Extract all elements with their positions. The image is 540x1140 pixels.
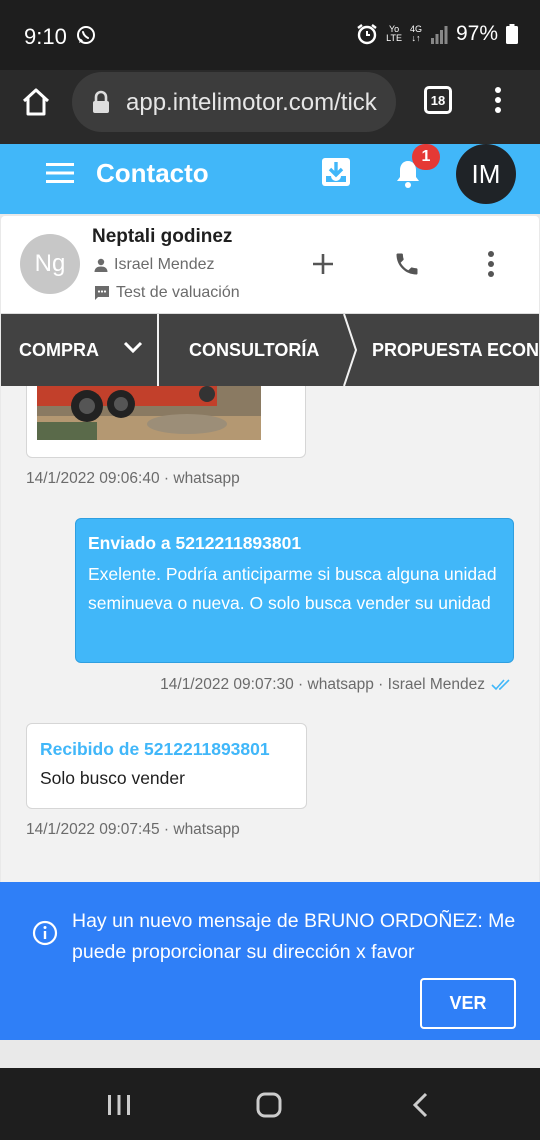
new-message-snackbar: Hay un nuevo mensaje de BRUNO ORDOÑEZ: M… [0,882,540,1040]
status-icons: Yo LTE 4G ↓↑ 97% [356,22,518,46]
pipeline-stages: COMPRA CONSULTORÍA PROPUESTA ECONÓMICA [1,314,539,386]
status-bar: 9:10 Yo LTE 4G ↓↑ 97% [0,0,540,70]
outgoing-message: Enviado a 5212211893801 Exelente. Podría… [75,518,514,663]
alarm-icon [357,24,377,45]
incoming-message: Recibido de 5212211893801 Solo busco ven… [26,723,307,809]
message-heading: Recibido de 5212211893801 [40,739,270,759]
message-meta: 14/1/2022 09:06:40 · whatsapp [26,470,240,487]
url-text: app.intelimotor.com/tick [126,89,377,116]
page-title: Contacto [96,158,209,188]
more-options-icon[interactable] [487,250,495,278]
stage-consultoria[interactable]: CONSULTORÍA [189,314,319,386]
vehicle-photo[interactable] [37,386,261,440]
message-icon [95,286,109,300]
battery-icon [506,24,518,44]
message-meta: 14/1/2022 09:07:45 · whatsapp [26,821,240,838]
volte-icon: Yo LTE [386,24,402,43]
contact-avatar: Ng [20,234,80,294]
contact-tag: Test de valuación [94,284,240,302]
stage-propuesta[interactable]: PROPUESTA ECONÓMICA [372,314,539,386]
phone-icon[interactable] [393,250,421,278]
lock-icon [93,90,109,113]
info-icon [32,920,58,946]
contact-card: Ng Neptali godinez Israel Mendez Test de… [1,216,539,314]
double-check-icon [491,679,510,691]
view-message-button[interactable]: VER [420,978,516,1029]
message-text: Solo busco vender [40,768,185,788]
browser-menu-icon[interactable] [486,84,510,116]
notification-badge: 1 [412,144,440,170]
system-nav-bar [0,1068,540,1140]
chevron-down-icon[interactable] [123,341,143,355]
home-icon[interactable] [20,86,52,118]
message-text: Exelente. Podría anticiparme si busca al… [88,564,497,613]
app-header: Contacto 1 IM [0,144,540,214]
outgoing-meta: 14/1/2022 09:07:30 · whatsapp · Israel M… [160,676,513,694]
snackbar-message: Hay un nuevo mensaje de BRUNO ORDOÑEZ: M… [72,910,516,963]
image-message[interactable] [26,386,306,458]
stage-arrow-separator [343,314,358,386]
browser-toolbar: app.intelimotor.com/tick 18 [0,70,540,144]
tag-label: Test de valuación [116,284,240,301]
recents-icon[interactable] [106,1094,132,1116]
whatsapp-icon [77,26,95,44]
network-icon: 4G ↓↑ [409,24,422,43]
contact-name: Neptali godinez [92,226,233,247]
back-icon[interactable] [410,1092,430,1118]
address-bar[interactable]: app.intelimotor.com/tick [72,72,396,132]
stage-compra[interactable]: COMPRA [19,314,99,386]
agent-name: Israel Mendez [114,256,215,273]
message-heading: Enviado a 5212211893801 [88,533,302,553]
inbox-download-icon[interactable] [320,156,352,188]
user-avatar[interactable]: IM [456,144,516,204]
menu-icon[interactable] [46,162,74,184]
person-icon [94,258,108,272]
message-meta: 14/1/2022 09:07:30 · whatsapp · Israel M… [160,676,485,693]
home-nav-icon[interactable] [256,1092,282,1118]
battery-percent: 97% [455,22,498,45]
add-icon[interactable] [311,252,335,276]
signal-icon [430,26,448,44]
status-time: 9:10 [24,24,67,49]
stage-separator [157,314,159,386]
tab-switcher-button[interactable]: 18 [424,86,452,114]
contact-agent: Israel Mendez [94,256,215,274]
